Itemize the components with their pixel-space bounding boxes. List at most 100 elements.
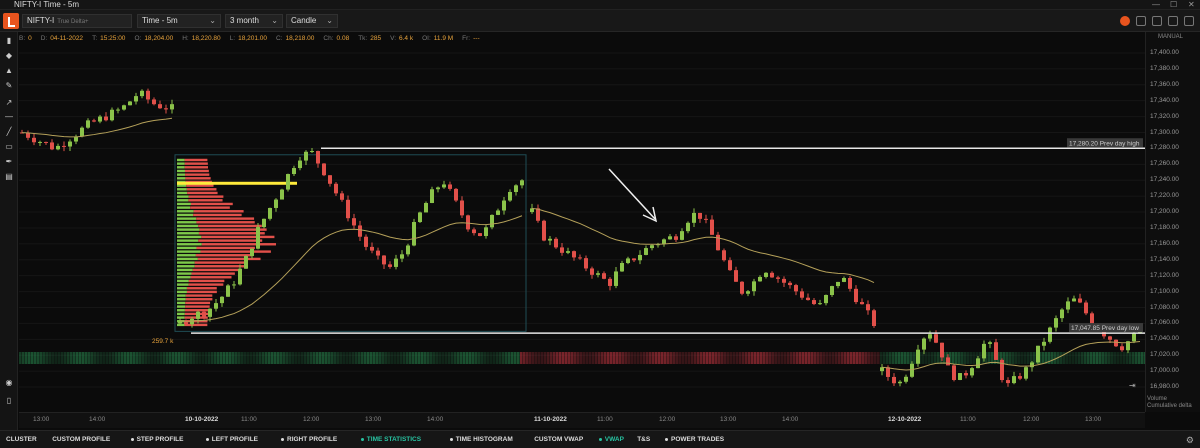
layout-icon[interactable] (1136, 16, 1146, 26)
volume-bar (820, 352, 823, 364)
candle-body (152, 99, 156, 105)
candle-body (590, 268, 594, 275)
volume-bar (223, 352, 226, 364)
price-chart[interactable]: 17,280.20 Prev day high 17,047.85 Prev da… (19, 45, 1145, 395)
maximize-icon[interactable]: ☐ (1170, 0, 1177, 10)
volume-bar (427, 352, 430, 364)
volume-bar (19, 352, 22, 364)
tab-label: POWER TRADES (671, 436, 725, 443)
chart-type-select[interactable]: Candle ⌄ (286, 14, 338, 28)
tab-time-statistics[interactable]: TIME STATISTICS (360, 431, 421, 448)
volume-bar (106, 352, 109, 364)
trend-line-icon[interactable]: ╱ (4, 127, 14, 137)
tab-custom-vwap[interactable]: CUSTOM VWAP (534, 431, 583, 448)
tab-left-profile[interactable]: LEFT PROFILE (205, 431, 258, 448)
tab-t-s[interactable]: T&S (637, 431, 650, 448)
price-axis[interactable]: MANUAL 17,400.00 17,380.00 17,360.00 17,340… (1145, 32, 1200, 412)
candle-body (1120, 346, 1124, 351)
trash-icon[interactable]: ▯ (4, 396, 14, 406)
profile-bar-bid (177, 221, 197, 224)
chevron-down-icon: ⌄ (271, 16, 278, 25)
close-icon[interactable]: ✕ (1188, 0, 1195, 10)
candle-body (250, 248, 254, 257)
candle-body (632, 258, 636, 261)
minimize-icon[interactable]: — (1152, 0, 1160, 10)
candle-body (776, 277, 780, 279)
list-icon[interactable] (1168, 16, 1178, 26)
volume-bar (205, 352, 208, 364)
volume-bar (412, 352, 415, 364)
layers-icon[interactable]: ◆ (4, 51, 14, 61)
bell-icon[interactable]: ▲ (4, 66, 14, 76)
candle-body (994, 342, 998, 360)
horizontal-line-icon[interactable]: — (4, 112, 14, 122)
volume-bar (91, 352, 94, 364)
volume-bar (1006, 352, 1009, 364)
volume-bar (1141, 352, 1144, 364)
candle-body (122, 105, 126, 110)
tab-step-profile[interactable]: STEP PROFILE (130, 431, 183, 448)
brush-icon[interactable]: ✎ (4, 81, 14, 91)
volume-bar (250, 352, 253, 364)
candle-body (830, 286, 834, 295)
volume-bar (64, 352, 67, 364)
candle-body (842, 278, 846, 282)
candle-body (1072, 298, 1076, 302)
price-tick-label: 17,120.00 (1150, 271, 1179, 279)
candle-body (1012, 376, 1016, 384)
volume-bar (1021, 352, 1024, 364)
settings-icon[interactable] (1184, 16, 1194, 26)
candle-body (584, 258, 588, 269)
volume-bar (490, 352, 493, 364)
candlestick-chart[interactable]: 17,280.20 Prev day high 17,047.85 Prev da… (19, 45, 1145, 395)
volume-bar (28, 352, 31, 364)
volume-bar (601, 352, 604, 364)
tab-right-profile[interactable]: RIGHT PROFILE (281, 431, 337, 448)
volume-bar (748, 352, 751, 364)
pen-icon[interactable]: ✒ (4, 157, 14, 167)
candle-body (286, 174, 290, 190)
candle-body (898, 381, 902, 384)
candle-body (214, 303, 218, 309)
volume-bar (253, 352, 256, 364)
tab-custom-profile[interactable]: CUSTOM PROFILE (52, 431, 110, 448)
volume-bar (697, 352, 700, 364)
eye-icon[interactable]: ◉ (4, 378, 14, 388)
timeframe-select[interactable]: Time - 5m ⌄ (137, 14, 221, 28)
volume-bar (652, 352, 655, 364)
symbol-field[interactable]: NIFTY-I True Delta+ (22, 14, 132, 28)
volume-bar (970, 352, 973, 364)
range-select[interactable]: 3 month ⌄ (225, 14, 283, 28)
volume-bar (367, 352, 370, 364)
candle-body (1048, 327, 1052, 342)
candle-body (508, 191, 512, 201)
candle-body (1060, 309, 1064, 319)
tab-cluster[interactable]: CLUSTER (6, 431, 37, 448)
candle-body (478, 233, 482, 236)
volume-bar (799, 352, 802, 364)
tab-time-histogram[interactable]: TIME HISTOGRAM (449, 431, 513, 448)
gear-icon[interactable]: ⚙ (1186, 431, 1194, 448)
tab-vwap[interactable]: VWAP (598, 431, 624, 448)
volume-bar (1132, 352, 1135, 364)
arrow-tool-icon[interactable]: ↗ (4, 98, 14, 108)
rectangle-icon[interactable]: ▭ (4, 142, 14, 152)
volume-bar (1051, 352, 1054, 364)
lock-icon[interactable] (1152, 16, 1162, 26)
volume-bar (112, 352, 115, 364)
time-axis[interactable]: 13:00 14:00 10-10-2022 11:00 12:00 13:00 14:00… (19, 412, 1145, 428)
ruler-icon[interactable]: ▤ (4, 172, 14, 182)
profile-bar-ask (188, 199, 223, 202)
tab-power-trades[interactable]: POWER TRADES (665, 431, 724, 448)
volume-bar (340, 352, 343, 364)
chart-type-value: Candle (291, 16, 317, 25)
status-dot-icon (598, 437, 602, 441)
record-icon[interactable] (1120, 16, 1130, 26)
volume-bar (1105, 352, 1108, 364)
candle-body (436, 187, 440, 190)
volume-bar (163, 352, 166, 364)
volume-bar (301, 352, 304, 364)
bar-chart-icon[interactable]: ▮ (4, 36, 14, 46)
volume-bar (382, 352, 385, 364)
volume-bar (172, 352, 175, 364)
